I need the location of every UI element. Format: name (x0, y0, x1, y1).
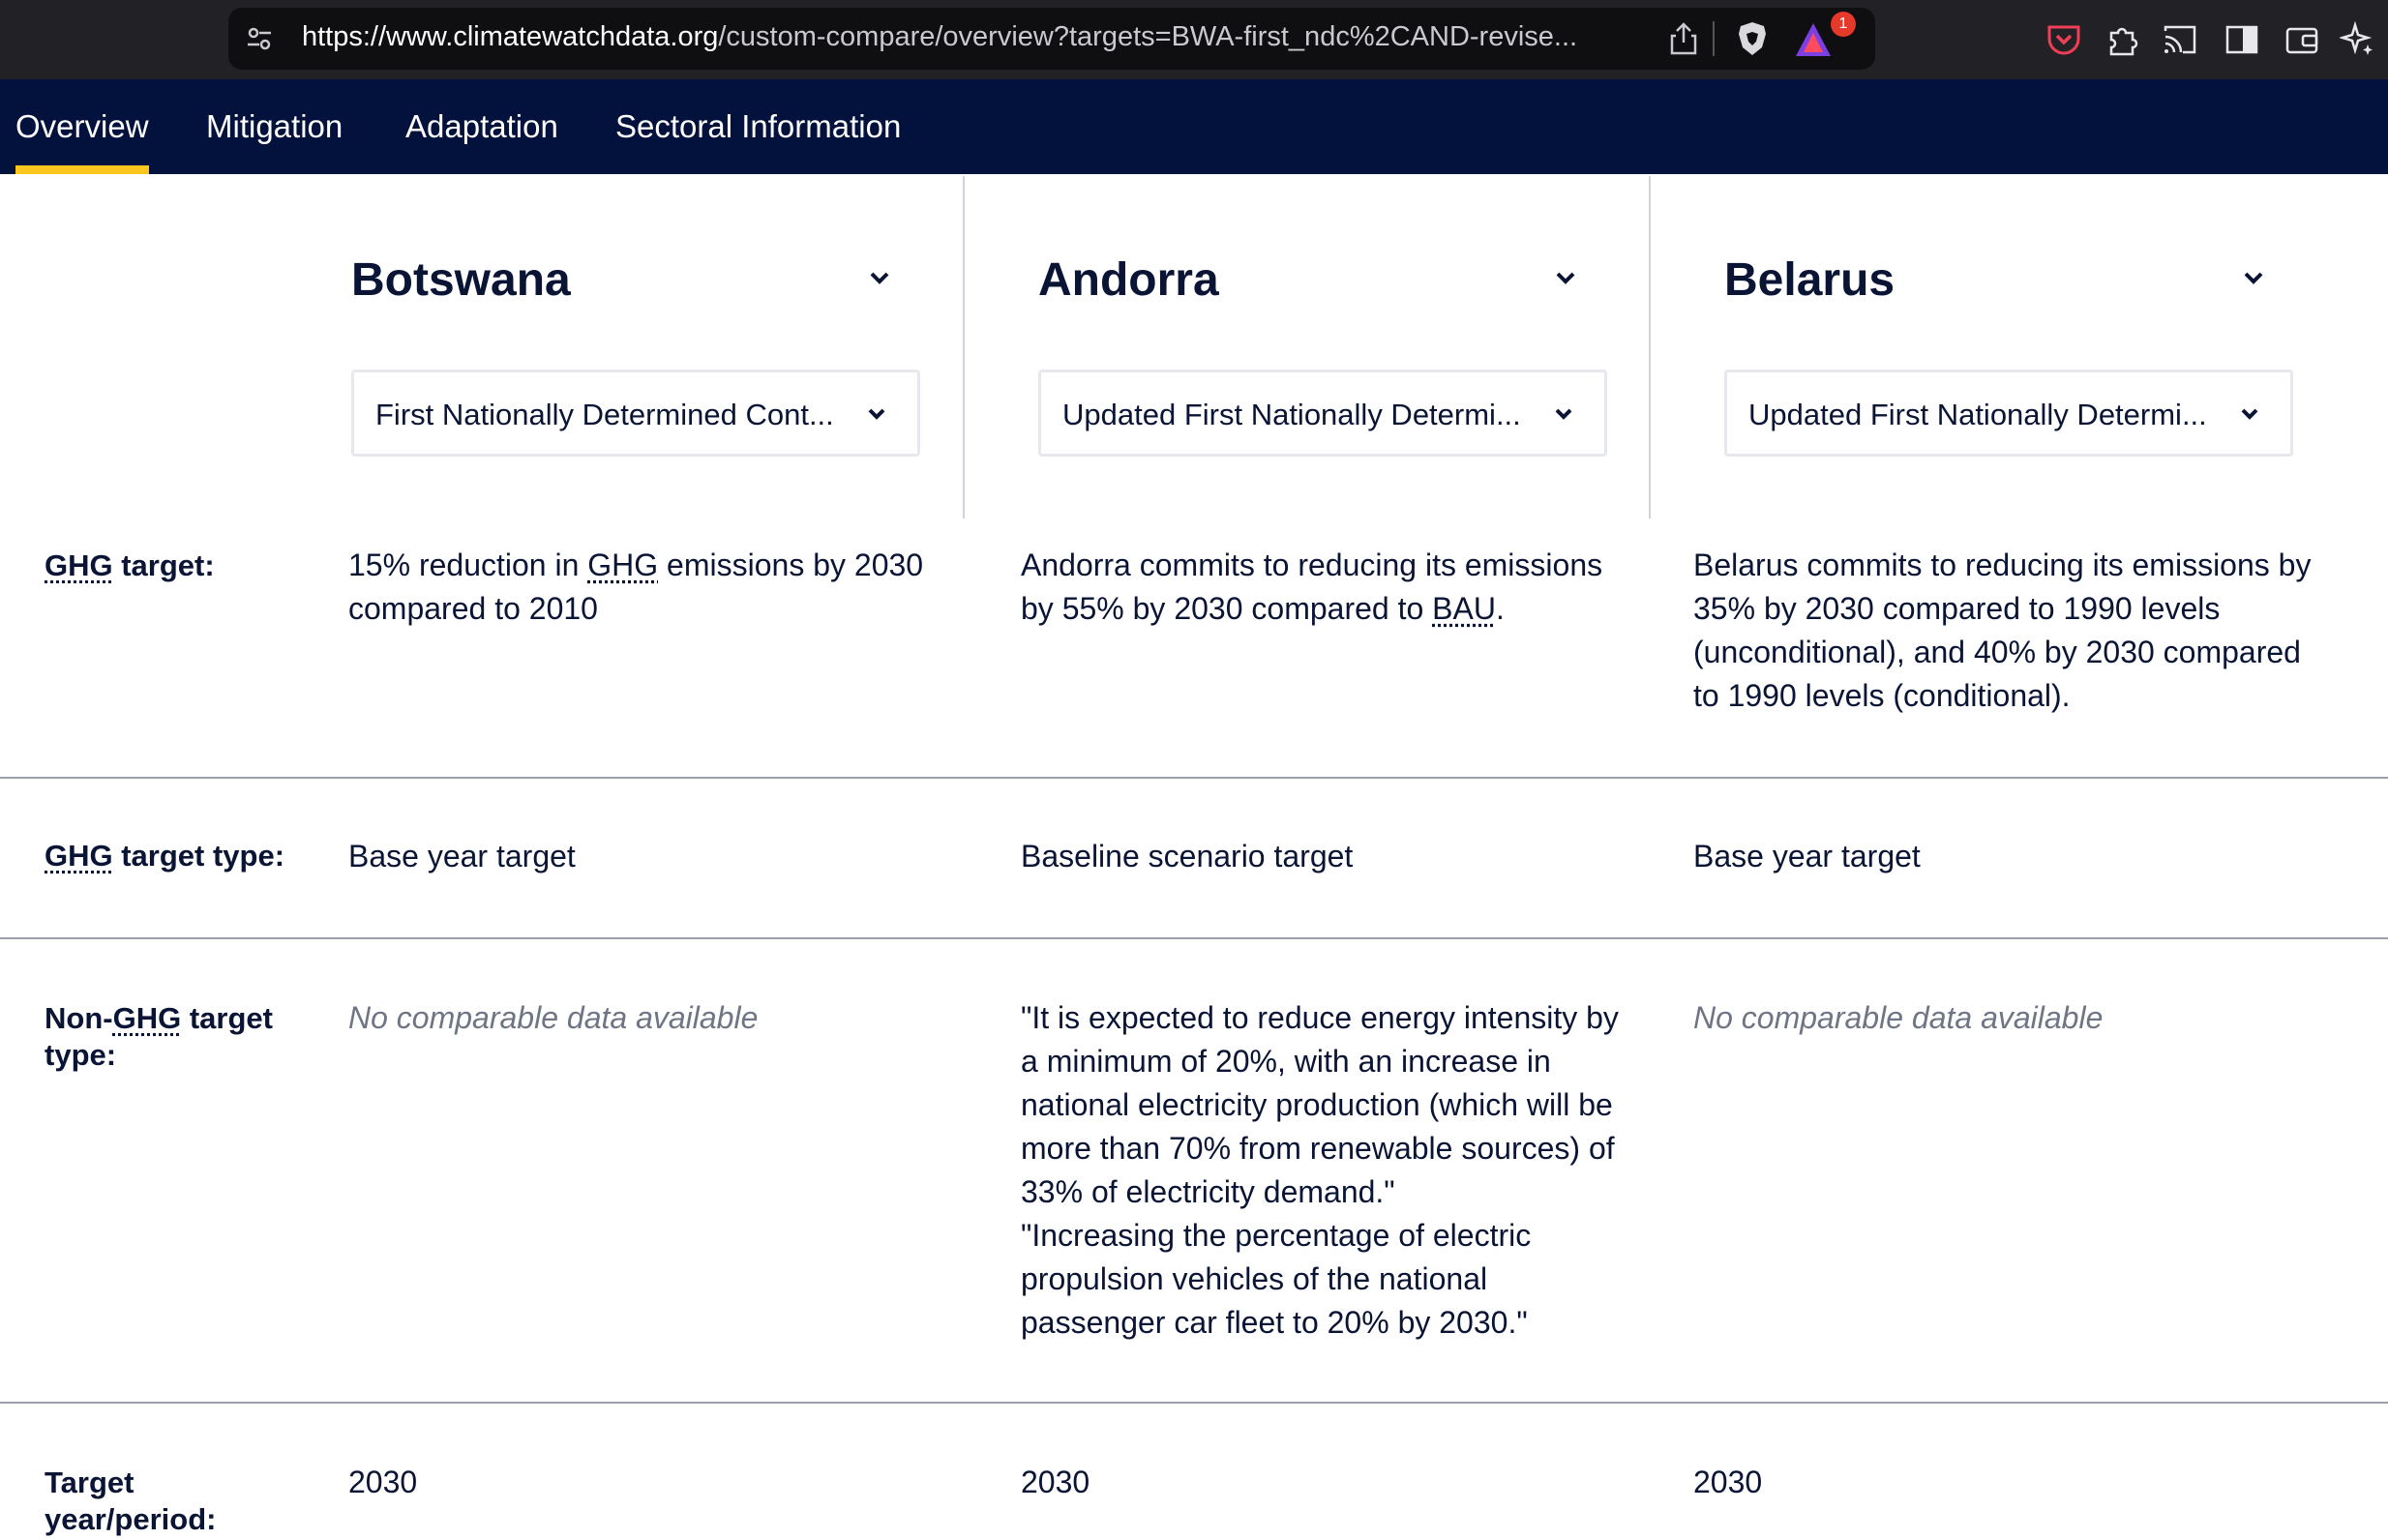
cell-botswana-no-data: No comparable data available (348, 1000, 759, 1035)
section-nav: Overview Mitigation Adaptation Sectoral … (0, 79, 2388, 174)
row-label: GHG target type: (45, 838, 325, 874)
site-settings-icon[interactable] (246, 25, 273, 52)
row-label-text: target: (112, 548, 215, 582)
cell-andorra: "It is expected to reduce energy intensi… (1021, 1000, 1619, 1340)
ghg-abbreviation[interactable]: GHG (45, 548, 113, 582)
tab-sectoral-information[interactable]: Sectoral Information (615, 79, 901, 174)
country-selector-andorra[interactable]: Andorra (1038, 253, 1219, 307)
chevron-down-icon[interactable] (869, 271, 890, 286)
cell-andorra: Baseline scenario target (1021, 839, 1354, 874)
cell-botswana: 15% reduction in GHG emissions by 2030 c… (348, 544, 948, 631)
address-bar-divider (1713, 21, 1715, 56)
tab-adaptation[interactable]: Adaptation (405, 79, 558, 174)
url-path: /custom-compare/overview?targets=BWA-fir… (718, 21, 1578, 52)
row-label: GHG target: (45, 548, 325, 584)
country-selector-belarus[interactable]: Belarus (1724, 253, 1895, 307)
cell-text: . (1495, 591, 1505, 626)
document-select-value: First Nationally Determined Cont... (375, 398, 834, 431)
chevron-down-icon[interactable] (1555, 271, 1576, 286)
cell-belarus: Belarus commits to reducing its emission… (1693, 548, 2312, 713)
document-select-value: Updated First Nationally Determi... (1062, 398, 1521, 431)
chevron-down-icon (1555, 408, 1572, 420)
document-select-botswana[interactable]: First Nationally Determined Cont... (351, 370, 920, 457)
document-select-value: Updated First Nationally Determi... (1748, 398, 2207, 431)
tab-overview[interactable]: Overview (15, 79, 149, 174)
tab-mitigation[interactable]: Mitigation (206, 79, 343, 174)
row-label: Non-GHG target type: (45, 1000, 296, 1074)
chevron-down-icon (2241, 408, 2258, 420)
ghg-abbreviation[interactable]: GHG (45, 839, 113, 873)
cell-botswana: 2030 (348, 1465, 418, 1499)
chevron-down-icon[interactable] (2243, 271, 2264, 286)
share-icon[interactable] (1668, 21, 1699, 56)
cell-text: Andorra commits to reducing its emission… (1021, 548, 1603, 626)
document-select-belarus[interactable]: Updated First Nationally Determi... (1724, 370, 2293, 457)
row-divider (0, 1402, 2388, 1404)
browser-toolbar: https://www.climatewatchdata.org/custom-… (0, 0, 2388, 79)
extensions-icon[interactable] (2104, 21, 2140, 58)
cell-botswana: Base year target (348, 839, 576, 874)
document-select-andorra[interactable]: Updated First Nationally Determi... (1038, 370, 1607, 457)
wallet-icon[interactable] (2284, 21, 2320, 58)
cell-belarus-no-data: No comparable data available (1693, 1000, 2104, 1035)
row-label: Target year/period: (45, 1466, 217, 1536)
sidebar-icon[interactable] (2224, 21, 2260, 58)
cell-andorra: 2030 (1021, 1465, 1090, 1499)
cast-icon[interactable] (2162, 21, 2198, 58)
cell-text: 15% reduction in (348, 548, 588, 582)
column-divider (963, 176, 965, 518)
cell-belarus: Base year target (1693, 839, 1921, 874)
leo-ai-icon[interactable] (2340, 21, 2376, 58)
row-divider (0, 937, 2388, 939)
row-label-text: Non- (45, 1001, 113, 1035)
row-divider (0, 777, 2388, 779)
bau-abbreviation[interactable]: BAU (1432, 591, 1496, 626)
url-host: https://www.climatewatchdata.org (302, 21, 719, 52)
brave-shields-icon[interactable] (1736, 20, 1769, 57)
url-text[interactable]: https://www.climatewatchdata.org/custom-… (302, 21, 1676, 53)
cell-belarus: 2030 (1693, 1465, 1763, 1499)
rewards-badge: 1 (1831, 12, 1856, 37)
address-bar[interactable]: https://www.climatewatchdata.org/custom-… (228, 8, 1875, 70)
chevron-down-icon (868, 408, 885, 420)
row-label-text: target type: (112, 839, 285, 873)
cell-andorra: Andorra commits to reducing its emission… (1021, 544, 1640, 631)
ghg-abbreviation[interactable]: GHG (587, 548, 658, 582)
column-divider (1649, 176, 1651, 518)
ghg-abbreviation[interactable]: GHG (113, 1001, 182, 1035)
pocket-icon[interactable] (2045, 21, 2082, 58)
country-selector-botswana[interactable]: Botswana (351, 253, 571, 307)
